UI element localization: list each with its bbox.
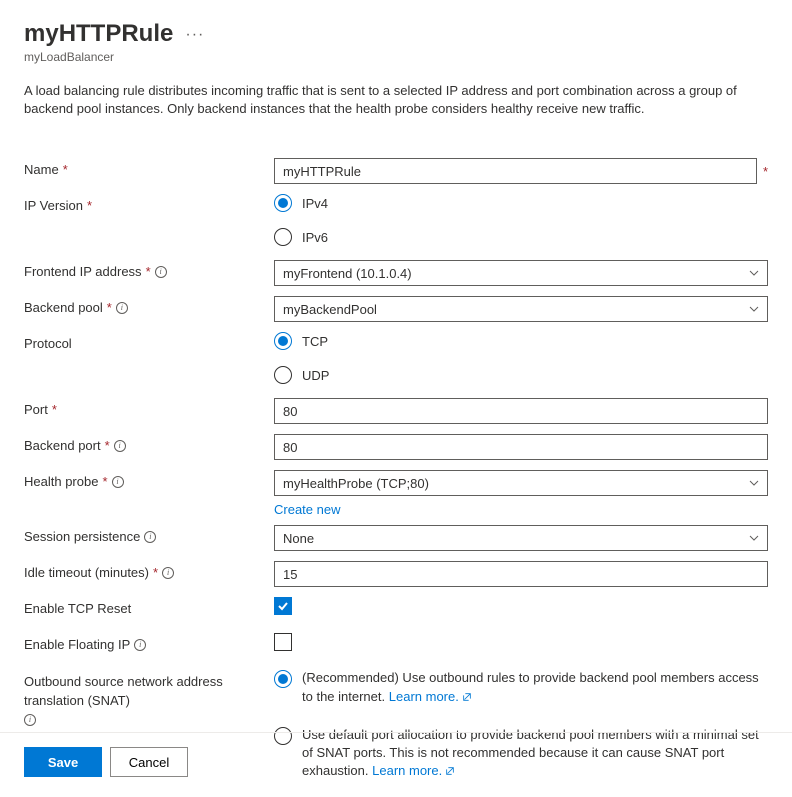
snat-recommended-text: (Recommended) Use outbound rules to prov… [302,669,768,705]
idle-timeout-input[interactable] [274,561,768,587]
port-input[interactable] [274,398,768,424]
required-mark: * [107,300,112,315]
protocol-label: Protocol [24,332,274,351]
port-label: Port * [24,398,274,417]
backend-pool-label: Backend pool * i [24,296,274,315]
required-mark: * [102,474,107,489]
tcp-reset-checkbox[interactable] [274,597,292,615]
snat-label: Outbound source network address translat… [24,669,274,725]
backend-port-label: Backend port * i [24,434,274,453]
external-link-icon [462,692,472,702]
ipv4-radio[interactable]: IPv4 [274,194,768,212]
page-title: myHTTPRule [24,20,173,48]
ipv6-radio[interactable]: IPv6 [274,228,768,246]
backend-port-input[interactable] [274,434,768,460]
required-mark: * [153,565,158,580]
learn-more-link[interactable]: Learn more. [389,688,472,706]
frontend-ip-label: Frontend IP address * i [24,260,274,279]
info-icon[interactable]: i [116,302,128,314]
description-text: A load balancing rule distributes incomi… [24,82,764,118]
tcp-radio-label: TCP [302,334,328,349]
save-button[interactable]: Save [24,747,102,777]
session-persistence-label: Session persistence i [24,525,274,544]
name-label: Name * [24,158,274,177]
udp-radio[interactable]: UDP [274,366,768,384]
radio-icon [274,228,292,246]
frontend-ip-value: myFrontend (10.1.0.4) [283,266,412,281]
info-icon[interactable]: i [162,567,174,579]
ipv6-radio-label: IPv6 [302,230,328,245]
health-probe-label: Health probe * i [24,470,274,489]
info-icon[interactable]: i [155,266,167,278]
session-persistence-select[interactable]: None [274,525,768,551]
footer-bar: Save Cancel [0,732,792,777]
ipv4-radio-label: IPv4 [302,196,328,211]
check-icon [277,600,289,612]
cancel-button[interactable]: Cancel [110,747,188,777]
required-mark: * [87,198,92,213]
floating-ip-label: Enable Floating IP i [24,633,274,652]
tcp-reset-label: Enable TCP Reset [24,597,274,616]
required-mark: * [63,162,68,177]
info-icon[interactable]: i [114,440,126,452]
required-mark: * [146,264,151,279]
required-mark: * [763,164,768,179]
floating-ip-checkbox[interactable] [274,633,292,651]
udp-radio-label: UDP [302,368,329,383]
idle-timeout-label: Idle timeout (minutes) * i [24,561,274,580]
info-icon[interactable]: i [24,714,36,726]
breadcrumb-subtitle: myLoadBalancer [24,50,768,64]
tcp-radio[interactable]: TCP [274,332,768,350]
radio-icon [274,332,292,350]
radio-icon [274,670,292,688]
session-persistence-value: None [283,531,314,546]
radio-icon [274,194,292,212]
health-probe-value: myHealthProbe (TCP;80) [283,476,429,491]
info-icon[interactable]: i [144,531,156,543]
info-icon[interactable]: i [134,639,146,651]
health-probe-select[interactable]: myHealthProbe (TCP;80) [274,470,768,496]
name-input[interactable] [274,158,757,184]
frontend-ip-select[interactable]: myFrontend (10.1.0.4) [274,260,768,286]
backend-pool-value: myBackendPool [283,302,377,317]
radio-icon [274,366,292,384]
ip-version-label: IP Version * [24,194,274,213]
required-mark: * [105,438,110,453]
create-new-link[interactable]: Create new [274,502,768,517]
backend-pool-select[interactable]: myBackendPool [274,296,768,322]
info-icon[interactable]: i [112,476,124,488]
required-mark: * [52,402,57,417]
more-button[interactable]: ··· [185,26,204,44]
snat-recommended-radio[interactable]: (Recommended) Use outbound rules to prov… [274,669,768,705]
